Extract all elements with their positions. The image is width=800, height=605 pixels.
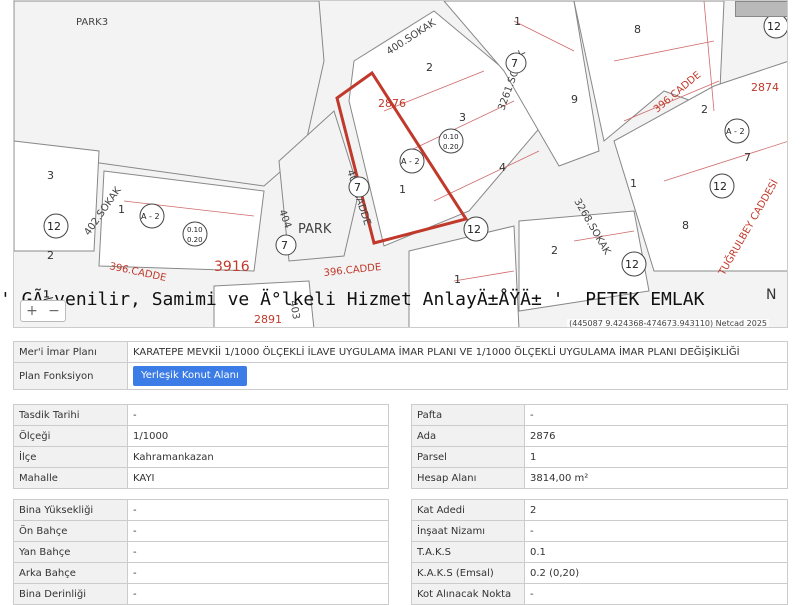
field-value: - bbox=[524, 583, 788, 605]
field-label: Ön Bahçe bbox=[13, 520, 128, 542]
parcel-number: 8 bbox=[682, 219, 689, 232]
label-block-2876: 2876 bbox=[378, 97, 406, 110]
parcel-number: 1 bbox=[514, 15, 521, 28]
label-block-2874: 2874 bbox=[751, 81, 779, 94]
layer-thumbnail[interactable] bbox=[735, 1, 787, 17]
svg-text:12: 12 bbox=[767, 20, 781, 33]
svg-text:7: 7 bbox=[354, 181, 361, 194]
field-label: Yan Bahçe bbox=[13, 541, 128, 563]
field-value: 2876 bbox=[524, 425, 788, 447]
field-value: - bbox=[127, 562, 389, 584]
svg-text:0.10: 0.10 bbox=[443, 133, 459, 141]
svg-text:A - 2: A - 2 bbox=[401, 157, 420, 166]
svg-text:12: 12 bbox=[625, 258, 639, 271]
field-value: - bbox=[127, 583, 389, 605]
svg-text:0.20: 0.20 bbox=[187, 236, 203, 244]
coordinate-readout: (445087 9.424368-474673.943110) Netcad 2… bbox=[567, 319, 769, 328]
field-label: Pafta bbox=[411, 404, 525, 426]
field-label: Bina Yüksekliği bbox=[13, 499, 128, 521]
field-label: T.A.K.S bbox=[411, 541, 525, 563]
field-value: - bbox=[127, 541, 389, 563]
svg-text:7: 7 bbox=[281, 239, 288, 252]
svg-text:7: 7 bbox=[511, 57, 518, 70]
field-value: 1/1000 bbox=[127, 425, 389, 447]
field-value: 3814,00 m² bbox=[524, 467, 788, 489]
parcel-number: 2 bbox=[426, 61, 433, 74]
plan-function-label: Plan Fonksiyon bbox=[13, 362, 128, 390]
svg-text:0.20: 0.20 bbox=[443, 143, 459, 151]
field-label: Mahalle bbox=[13, 467, 128, 489]
parcel-number: 1 bbox=[630, 177, 637, 190]
field-label: İlçe bbox=[13, 446, 128, 468]
parcel-number: 2 bbox=[47, 249, 54, 262]
field-label: İnşaat Nizamı bbox=[411, 520, 525, 542]
zoom-in-button[interactable]: + bbox=[26, 303, 38, 319]
field-label: K.A.K.S (Emsal) bbox=[411, 562, 525, 584]
svg-text:12: 12 bbox=[467, 223, 481, 236]
field-value: - bbox=[524, 520, 788, 542]
parcel-number: 9 bbox=[571, 93, 578, 106]
field-label: Hesap Alanı bbox=[411, 467, 525, 489]
plan-label: Mer'i İmar Planı bbox=[13, 341, 128, 363]
svg-text:12: 12 bbox=[713, 180, 727, 193]
plan-value: KARATEPE MEVKİİ 1/1000 ÖLÇEKLİ İLAVE UYG… bbox=[127, 341, 788, 363]
field-label: Arka Bahçe bbox=[13, 562, 128, 584]
field-label: Kat Adedi bbox=[411, 499, 525, 521]
parcel-number: 3 bbox=[47, 169, 54, 182]
zoom-out-button[interactable]: − bbox=[48, 303, 60, 319]
field-label: Ölçeği bbox=[13, 425, 128, 447]
svg-text:A - 2: A - 2 bbox=[726, 127, 745, 136]
field-value: 2 bbox=[524, 499, 788, 521]
field-label: Ada bbox=[411, 425, 525, 447]
field-value: KAYI bbox=[127, 467, 389, 489]
label-block-3916: 3916 bbox=[214, 259, 250, 275]
field-label: Tasdik Tarihi bbox=[13, 404, 128, 426]
label-block-2891: 2891 bbox=[254, 313, 282, 326]
building-table: Bina Yüksekliği - Ön Bahçe - Yan Bahçe - Ar… bbox=[13, 499, 389, 605]
parcel-number: 8 bbox=[634, 23, 641, 36]
map-canvas[interactable]: PARK3 PARK 2876 2874 3916 2891 400.SOKAK… bbox=[14, 1, 788, 328]
label-396-cadde-mid: 396.CADDE bbox=[323, 262, 382, 279]
svg-text:A - 2: A - 2 bbox=[141, 212, 160, 221]
plan-table: Mer'i İmar Planı KARATEPE MEVKİİ 1/1000 … bbox=[13, 341, 788, 390]
watermark-banner: ' GÃ¼venilir, Samimi ve Ä°lkeli Hizmet A… bbox=[0, 289, 705, 310]
parcel-number: 3 bbox=[459, 111, 466, 124]
zoning-map[interactable]: PARK3 PARK 2876 2874 3916 2891 400.SOKAK… bbox=[13, 0, 788, 328]
location-table: Tasdik Tarihi - Ölçeği 1/1000 İlçe Kahraman… bbox=[13, 404, 389, 489]
field-value: Kahramankazan bbox=[127, 446, 389, 468]
block-3916 bbox=[98, 170, 265, 272]
parcel-number: 2 bbox=[701, 103, 708, 116]
zoom-control[interactable]: + − bbox=[20, 300, 66, 322]
construction-table: Kat Adedi 2 İnşaat Nizamı - T.A.K.S 0.1 K.A… bbox=[411, 499, 788, 605]
parcel-number: 4 bbox=[499, 161, 506, 174]
field-value: - bbox=[524, 404, 788, 426]
parcel-number: 7 bbox=[744, 151, 751, 164]
field-value: - bbox=[127, 404, 389, 426]
field-value: 0.1 bbox=[524, 541, 788, 563]
label-park3: PARK3 bbox=[76, 17, 108, 28]
plan-function-button[interactable]: Yerleşik Konut Alanı bbox=[133, 366, 247, 386]
parcel-number: 1 bbox=[399, 183, 406, 196]
field-value: - bbox=[127, 520, 389, 542]
parcel-table: Pafta - Ada 2876 Parsel 1 Hesap Alanı 3814,0… bbox=[411, 404, 788, 489]
svg-text:12: 12 bbox=[47, 220, 61, 233]
field-value: 0.2 (0,20) bbox=[524, 562, 788, 584]
parcel-number: 2 bbox=[551, 244, 558, 257]
field-label: Parsel bbox=[411, 446, 525, 468]
field-label: Kot Alınacak Nokta bbox=[411, 583, 525, 605]
label-park: PARK bbox=[298, 222, 332, 237]
field-value: - bbox=[127, 499, 389, 521]
svg-text:0.10: 0.10 bbox=[187, 226, 203, 234]
parcel-number: 1 bbox=[118, 203, 125, 216]
field-label: Bina Derinliği bbox=[13, 583, 128, 605]
field-value: 1 bbox=[524, 446, 788, 468]
parcel-number: 1 bbox=[454, 273, 461, 286]
